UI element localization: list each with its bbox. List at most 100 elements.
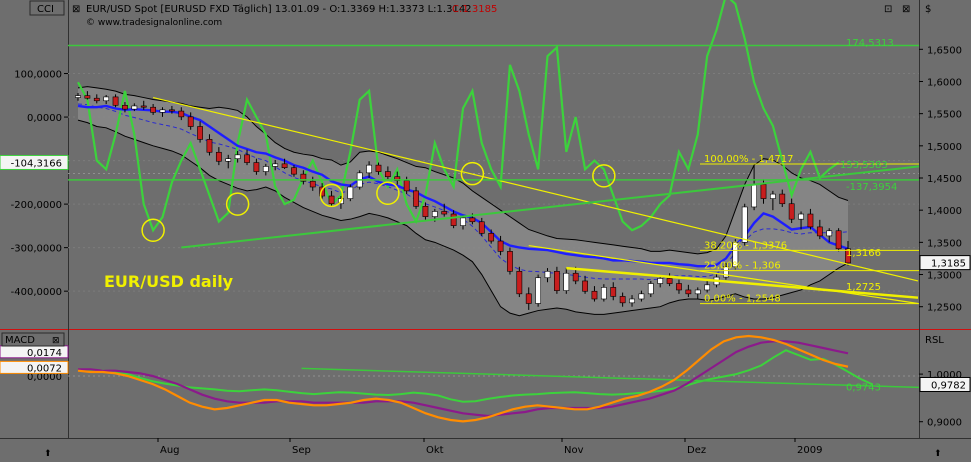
- expand-icon[interactable]: ⊡: [884, 4, 892, 15]
- down-candle: [384, 171, 391, 178]
- up-candle: [544, 271, 551, 279]
- down-candle: [169, 109, 175, 112]
- down-candle: [150, 106, 157, 113]
- down-candle: [122, 104, 128, 110]
- chart-svg: 1,6500 1,6000 1,5500 1,5000 1,4500 1,4000 1,35…: [0, 0, 971, 459]
- cci-current-value: -104,3166: [11, 158, 62, 169]
- down-candle: [206, 139, 213, 153]
- down-candle: [816, 226, 823, 237]
- rsl-current-value: 0,9782: [931, 380, 966, 391]
- down-candle: [760, 184, 767, 199]
- down-candle: [488, 233, 495, 242]
- up-candle: [366, 164, 372, 174]
- down-candle: [591, 290, 598, 300]
- up-candle: [826, 230, 833, 237]
- down-candle: [244, 154, 250, 163]
- down-candle: [291, 167, 297, 175]
- indicator-tab-label: CCI: [37, 4, 54, 15]
- down-candle: [666, 278, 673, 284]
- down-candle: [525, 293, 532, 304]
- down-candle: [676, 283, 682, 291]
- up-candle: [657, 278, 664, 284]
- time-axis-label: Aug: [160, 445, 180, 456]
- down-candle: [413, 190, 419, 207]
- up-candle: [694, 289, 701, 295]
- down-candle: [140, 105, 147, 108]
- up-candle: [225, 158, 232, 162]
- up-candle: [75, 95, 81, 98]
- down-candle: [469, 217, 476, 223]
- fibonacci-label: 38,20% - 1,3376: [704, 240, 787, 251]
- cci-axis-label: 100,0000: [14, 70, 62, 81]
- price-annotation: 1,2725: [846, 282, 881, 293]
- close-icon[interactable]: ⊠: [72, 4, 80, 15]
- price-axis-label: 1,6500: [927, 45, 962, 56]
- time-axis-label: Sep: [292, 445, 311, 456]
- scroll-left-icon[interactable]: ⬆: [44, 449, 52, 459]
- price-axis-label: 1,4500: [927, 174, 962, 185]
- fibonacci-label: 25,00% - 1,306: [704, 261, 781, 272]
- window-close-icon[interactable]: ⊠: [902, 4, 910, 15]
- cci-annotation: 153,5383: [840, 160, 888, 171]
- time-axis-label: Dez: [687, 445, 706, 456]
- up-candle: [347, 186, 354, 199]
- up-candle: [629, 298, 635, 304]
- chart-close-value: C:1.3185: [452, 4, 497, 15]
- down-candle: [497, 240, 504, 252]
- price-annotation: 1,3166: [846, 248, 881, 259]
- cci-annotation: 174,5313: [846, 38, 894, 49]
- currency-tab: $: [925, 4, 931, 15]
- up-candle: [704, 284, 711, 291]
- down-candle: [215, 151, 222, 162]
- scroll-right-icon[interactable]: ⬆: [934, 449, 942, 459]
- down-candle: [582, 280, 588, 292]
- down-candle: [779, 193, 786, 205]
- up-candle: [769, 193, 776, 199]
- down-candle: [441, 211, 448, 215]
- price-axis-label: 1,3000: [927, 271, 962, 282]
- up-candle: [460, 217, 466, 226]
- last-price-value: 1,3185: [931, 259, 966, 270]
- down-candle: [610, 287, 617, 297]
- down-candle: [112, 96, 119, 106]
- down-candle: [253, 162, 260, 172]
- price-axis-label: 1,3500: [927, 238, 962, 249]
- down-candle: [835, 230, 842, 250]
- up-candle: [431, 211, 438, 217]
- cci-annotation: -137,3954: [846, 182, 897, 193]
- up-candle: [798, 213, 804, 220]
- down-candle: [375, 164, 382, 172]
- fibonacci-label: 0,00% - 1,2548: [704, 294, 781, 305]
- up-candle: [159, 109, 166, 113]
- down-candle: [478, 221, 485, 234]
- up-candle: [563, 272, 570, 291]
- price-axis-label: 1,6000: [927, 77, 962, 88]
- up-candle: [638, 293, 645, 300]
- rsl-annotation: 0,9743: [846, 382, 881, 393]
- macd-close-icon[interactable]: ⊠: [52, 336, 60, 346]
- cci-axis-label: 0,0000: [27, 113, 62, 124]
- rsl-axis-title: RSL: [925, 335, 944, 346]
- cci-axis-label: -200,0000: [11, 200, 62, 211]
- time-axis-label: 2009: [797, 445, 822, 456]
- down-candle: [178, 110, 185, 118]
- down-candle: [187, 116, 194, 127]
- down-candle: [422, 206, 429, 217]
- macd-signal-value: 0,0072: [27, 363, 62, 374]
- up-candle: [535, 277, 542, 304]
- up-candle: [131, 105, 138, 110]
- rsl-axis-label: 0,9000: [927, 418, 962, 429]
- cci-axis-label: -300,0000: [11, 244, 62, 255]
- price-axis-label: 1,4000: [927, 206, 962, 217]
- down-candle: [84, 95, 91, 99]
- time-axis-label: Okt: [426, 445, 444, 456]
- macd-value: 0,0174: [27, 348, 62, 359]
- up-candle: [234, 154, 241, 159]
- down-candle: [788, 203, 795, 220]
- macd-tab-label: MACD: [5, 335, 35, 346]
- down-candle: [619, 296, 626, 304]
- up-candle: [751, 184, 757, 208]
- down-candle: [281, 163, 288, 169]
- chart-title: EUR/USD Spot [EURUSD FXD Täglich] 13.01.…: [86, 4, 472, 15]
- time-axis-label: Nov: [564, 445, 584, 456]
